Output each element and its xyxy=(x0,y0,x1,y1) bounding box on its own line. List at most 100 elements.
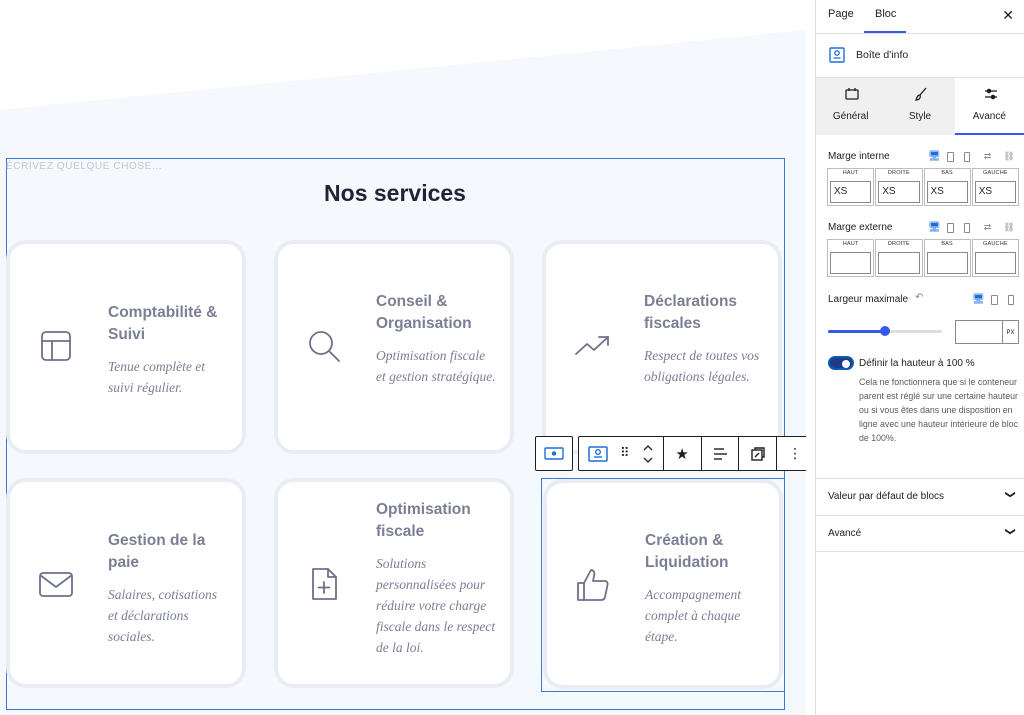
tab-bloc[interactable]: Bloc xyxy=(875,8,896,20)
tablet-icon[interactable] xyxy=(990,294,998,305)
link-icon[interactable]: ⛓ xyxy=(1003,151,1014,162)
margin-top-value[interactable] xyxy=(830,252,872,274)
margin-label: Marge externe xyxy=(828,222,893,233)
sliders-icon[interactable]: ⇄ xyxy=(984,222,992,233)
margin-left[interactable]: GAUCHE xyxy=(971,239,1019,277)
select-parent-button[interactable] xyxy=(535,436,573,471)
card-title: Comptabilité & Suivi xyxy=(108,304,218,343)
side-label: BAS xyxy=(941,241,953,247)
padding-right[interactable]: DROITE XS xyxy=(875,168,923,206)
search-icon xyxy=(306,328,342,364)
card-title: Gestion de la paie xyxy=(108,532,206,571)
padding-top[interactable]: HAUT XS xyxy=(827,168,875,206)
margin-bottom-value[interactable] xyxy=(926,252,968,274)
section-title[interactable]: Nos services xyxy=(0,180,790,207)
margin-top[interactable]: HAUT xyxy=(827,239,875,277)
sliders-icon[interactable]: ⇄ xyxy=(984,151,992,162)
panel-block-defaults[interactable]: Valeur par défaut de blocs ❯ xyxy=(816,478,1024,515)
desktop-icon[interactable]: 🖥 xyxy=(928,222,941,233)
info-box-icon xyxy=(829,47,845,63)
block-card: Boîte d'info xyxy=(816,34,1024,78)
card-description: Respect de toutes vos obligations légale… xyxy=(644,348,760,384)
chevron-up-down-icon xyxy=(643,444,653,463)
mobile-icon[interactable] xyxy=(1007,294,1014,305)
settings-subtabs: Général Style Avancé xyxy=(816,78,1024,135)
margin-right-value[interactable] xyxy=(878,252,920,274)
side-label: HAUT xyxy=(842,241,859,247)
tab-style-label: Style xyxy=(908,111,932,122)
toggle-knob xyxy=(842,360,850,368)
side-label: GAUCHE xyxy=(983,241,1008,247)
tab-general[interactable]: Général xyxy=(816,78,885,135)
mobile-icon[interactable] xyxy=(963,222,970,233)
padding-top-value[interactable]: XS xyxy=(830,181,872,203)
card-description: Tenue complète et suivi régulier. xyxy=(108,359,205,395)
full-height-toggle[interactable] xyxy=(828,356,854,370)
block-toolbar[interactable]: ⠿ ★ ⋮ xyxy=(578,436,806,471)
align-button[interactable] xyxy=(702,437,739,470)
copy-style-button[interactable] xyxy=(739,437,776,470)
tab-advanced[interactable]: Avancé xyxy=(954,78,1024,135)
block-selection-outline xyxy=(541,478,785,692)
align-left-icon xyxy=(713,447,727,460)
full-height-label: Définir la hauteur à 100 % xyxy=(859,358,975,369)
panel-title: Avancé xyxy=(828,528,862,539)
more-options-icon[interactable]: ⋮ xyxy=(777,437,806,470)
margin-left-value[interactable] xyxy=(974,252,1016,274)
margin-grid: HAUT DROITE BAS GAUCHE xyxy=(827,239,1019,277)
margin-right[interactable]: DROITE xyxy=(875,239,923,277)
parent-block-icon xyxy=(544,447,564,460)
service-card[interactable]: Comptabilité & Suivi Tenue complète et s… xyxy=(6,240,246,454)
star-icon[interactable]: ★ xyxy=(664,437,701,470)
side-label: BAS xyxy=(941,170,953,176)
text-placeholder[interactable]: ÉCRIVEZ QUELQUE CHOSE... xyxy=(6,161,162,172)
service-card[interactable]: Déclarations fiscales Respect de toutes … xyxy=(542,240,782,454)
tablet-icon[interactable] xyxy=(946,222,954,233)
card-description: Optimisation fiscale et gestion stratégi… xyxy=(376,348,496,384)
layout-icon xyxy=(38,328,74,364)
max-width-input[interactable] xyxy=(955,320,1003,344)
padding-label: Marge interne xyxy=(828,151,890,162)
close-icon[interactable]: ✕ xyxy=(1002,7,1014,24)
sidebar-tabs: Page Bloc ✕ xyxy=(816,0,1024,34)
tab-style[interactable]: Style xyxy=(885,78,954,135)
mobile-icon[interactable] xyxy=(963,151,970,162)
tablet-icon[interactable] xyxy=(946,151,954,162)
chevron-down-icon: ❯ xyxy=(1004,527,1016,536)
sliders-icon xyxy=(984,88,997,100)
block-type-button[interactable] xyxy=(579,437,617,470)
desktop-icon[interactable]: 🖥 xyxy=(972,294,985,305)
service-card[interactable]: Optimisation fiscale Solutions personnal… xyxy=(274,478,514,688)
desktop-icon[interactable]: 🖥 xyxy=(928,151,941,162)
service-card[interactable]: Conseil & Organisation Optimisation fisc… xyxy=(274,240,514,454)
copy-style-icon xyxy=(751,446,765,461)
panel-advanced[interactable]: Avancé ❯ xyxy=(816,515,1024,552)
card-title: Déclarations fiscales xyxy=(644,293,738,332)
link-icon[interactable]: ⛓ xyxy=(1003,222,1014,233)
file-plus-icon xyxy=(306,566,342,602)
block-name: Boîte d'info xyxy=(856,49,909,61)
tab-page[interactable]: Page xyxy=(828,8,854,20)
mail-icon xyxy=(38,566,74,602)
chevron-down-icon: ❯ xyxy=(1004,490,1016,499)
padding-grid: HAUT XS DROITE XS BAS XS GAUCHE XS xyxy=(827,168,1019,206)
panel-title: Valeur par défaut de blocs xyxy=(828,491,945,502)
margin-bottom[interactable]: BAS xyxy=(923,239,971,277)
padding-bottom-value[interactable]: XS xyxy=(926,181,968,203)
side-label: DROITE xyxy=(887,170,910,176)
reset-icon[interactable]: ↶ xyxy=(915,292,923,303)
max-width-slider-thumb[interactable] xyxy=(880,326,890,336)
drag-handle-icon[interactable]: ⠿ xyxy=(617,437,633,470)
editor-canvas[interactable]: ÉCRIVEZ QUELQUE CHOSE... Nos services Co… xyxy=(0,0,806,715)
move-up-down-button[interactable] xyxy=(633,437,663,470)
active-tab-indicator xyxy=(864,31,906,33)
card-title: Conseil & Organisation xyxy=(376,293,472,332)
padding-bottom[interactable]: BAS XS xyxy=(923,168,971,206)
unit-selector[interactable]: PX xyxy=(1003,320,1019,344)
service-card[interactable]: Gestion de la paie Salaires, cotisations… xyxy=(6,478,246,688)
padding-right-value[interactable]: XS xyxy=(878,181,920,203)
padding-left[interactable]: GAUCHE XS xyxy=(971,168,1019,206)
padding-left-value[interactable]: XS xyxy=(974,181,1016,203)
trending-up-icon xyxy=(574,328,610,364)
max-width-label: Largeur maximale xyxy=(828,294,909,305)
